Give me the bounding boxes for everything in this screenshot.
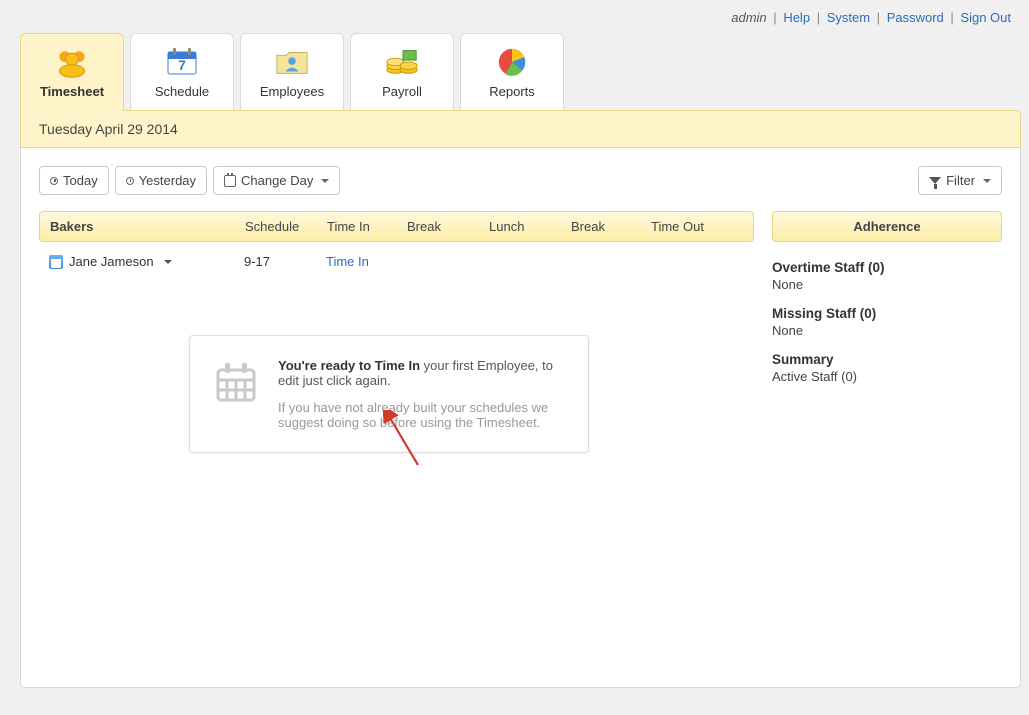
today-button[interactable]: Today	[39, 166, 109, 195]
missing-value: None	[772, 323, 1002, 338]
calendar-icon: 7	[164, 46, 200, 78]
system-link[interactable]: System	[827, 10, 870, 25]
tab-schedule[interactable]: 7 Schedule	[130, 33, 234, 111]
time-in-link[interactable]: Time In	[326, 254, 369, 269]
tab-label: Timesheet	[40, 84, 104, 99]
overtime-block: Overtime Staff (0) None	[772, 260, 1002, 292]
signout-link[interactable]: Sign Out	[960, 10, 1011, 25]
adherence-header: Adherence	[772, 211, 1002, 242]
onboarding-callout: You're ready to Time In your first Emplo…	[189, 335, 589, 453]
calendar-mini-icon	[49, 255, 63, 269]
adherence-panel: Adherence Overtime Staff (0) None Missin…	[772, 211, 1002, 453]
tab-label: Reports	[489, 84, 535, 99]
col-break2: Break	[571, 219, 651, 234]
pie-chart-icon	[494, 46, 530, 78]
tab-payroll[interactable]: Payroll	[350, 33, 454, 111]
filter-button[interactable]: Filter	[918, 166, 1002, 195]
current-date: Tuesday April 29 2014	[39, 121, 178, 137]
col-timeout: Time Out	[651, 219, 731, 234]
folder-person-icon	[274, 46, 310, 78]
overtime-title: Overtime Staff (0)	[772, 260, 1002, 275]
employee-name: Jane Jameson	[69, 254, 154, 269]
date-bar: Tuesday April 29 2014	[20, 110, 1021, 148]
main-tabs: Timesheet 7 Schedule Employees	[8, 33, 1021, 110]
password-link[interactable]: Password	[887, 10, 944, 25]
chevron-down-icon	[321, 179, 329, 183]
adherence-title: Adherence	[853, 219, 920, 234]
callout-line1: You're ready to Time In your first Emplo…	[278, 358, 566, 388]
col-schedule: Schedule	[245, 219, 327, 234]
tab-label: Schedule	[155, 84, 209, 99]
col-break: Break	[407, 219, 489, 234]
tab-reports[interactable]: Reports	[460, 33, 564, 111]
calendar-large-icon	[212, 358, 260, 406]
button-label: Today	[63, 173, 98, 188]
button-label: Yesterday	[139, 173, 196, 188]
top-bar: admin | Help | System | Password | Sign …	[8, 8, 1021, 33]
help-link[interactable]: Help	[783, 10, 810, 25]
summary-title: Summary	[772, 352, 1002, 367]
timesheet-table: Bakers Schedule Time In Break Lunch Brea…	[39, 211, 754, 453]
tab-label: Employees	[260, 84, 324, 99]
people-icon	[54, 46, 90, 78]
col-lunch: Lunch	[489, 219, 571, 234]
coins-icon	[384, 46, 420, 78]
missing-block: Missing Staff (0) None	[772, 306, 1002, 338]
tab-timesheet[interactable]: Timesheet	[20, 33, 124, 111]
button-label: Change Day	[241, 173, 313, 188]
summary-block: Summary Active Staff (0)	[772, 352, 1002, 384]
col-timein: Time In	[327, 219, 407, 234]
tab-employees[interactable]: Employees	[240, 33, 344, 111]
chevron-down-icon	[164, 260, 172, 264]
toolbar: Today Yesterday Change Day Filter	[39, 166, 1002, 195]
table-row: Jane Jameson 9-17 Time In	[39, 242, 754, 275]
missing-title: Missing Staff (0)	[772, 306, 1002, 321]
main-panel: Today Yesterday Change Day Filter Bakers…	[20, 148, 1021, 688]
summary-value: Active Staff (0)	[772, 369, 1002, 384]
callout-bold: You're ready to Time In	[278, 358, 420, 373]
overtime-value: None	[772, 277, 1002, 292]
col-group: Bakers	[50, 219, 245, 234]
chevron-down-icon	[983, 179, 991, 183]
callout-line2: If you have not already built your sched…	[278, 400, 566, 430]
button-label: Filter	[946, 173, 975, 188]
svg-text:7: 7	[178, 57, 186, 73]
tab-label: Payroll	[382, 84, 422, 99]
change-day-button[interactable]: Change Day	[213, 166, 340, 195]
current-user: admin	[731, 10, 766, 25]
filter-icon	[929, 177, 941, 184]
yesterday-button[interactable]: Yesterday	[115, 166, 207, 195]
schedule-cell: 9-17	[244, 254, 326, 269]
clock-icon	[50, 177, 58, 185]
table-header: Bakers Schedule Time In Break Lunch Brea…	[39, 211, 754, 242]
calendar-icon	[224, 175, 236, 187]
clock-icon	[126, 177, 134, 185]
employee-cell[interactable]: Jane Jameson	[49, 254, 244, 269]
